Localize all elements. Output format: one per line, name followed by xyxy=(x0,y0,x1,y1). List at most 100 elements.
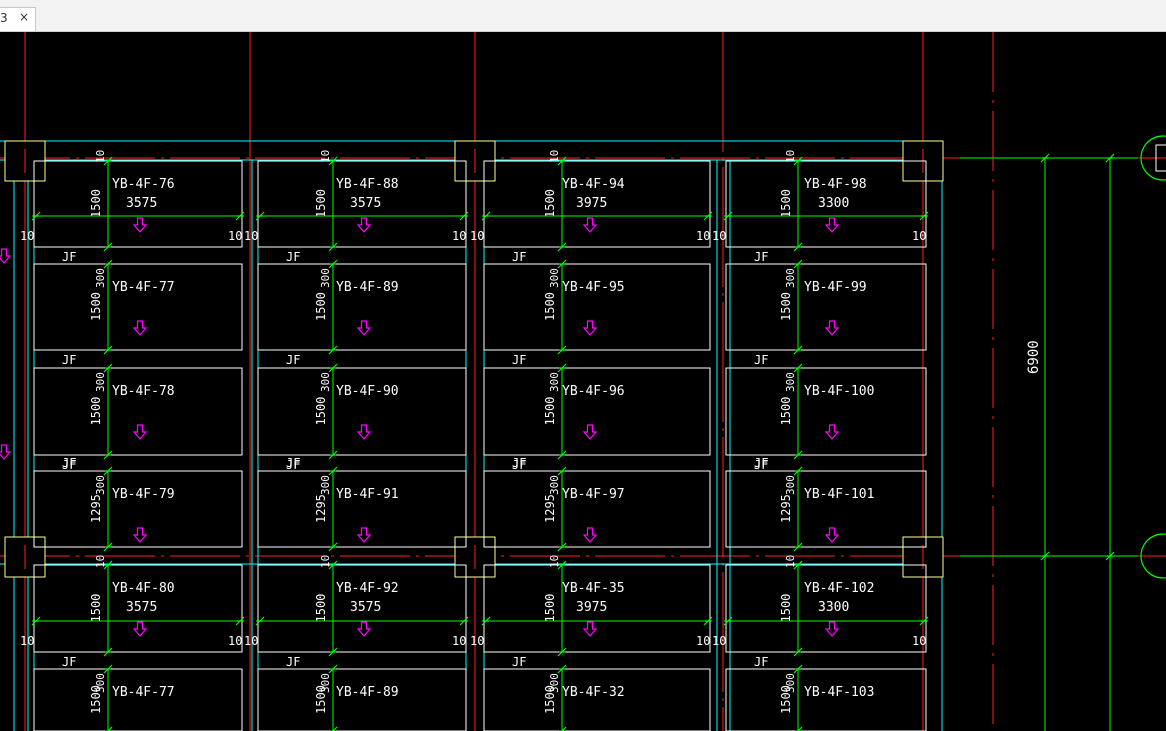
slab-label: YB-4F-98 xyxy=(804,177,867,192)
dim-text: 1500 xyxy=(89,397,103,426)
arrow-icon xyxy=(582,424,598,440)
dim-tick-icon xyxy=(723,211,733,221)
arrow-icon xyxy=(824,527,840,543)
drawing-tab[interactable]: 3 × xyxy=(0,7,36,31)
dim-text: 1500 xyxy=(543,594,557,623)
dim-text: 1500 xyxy=(89,292,103,321)
slab-label: YB-4F-77 xyxy=(112,685,175,700)
slab-panel xyxy=(725,367,927,456)
dim-tick-icon xyxy=(723,616,733,626)
slab-label: YB-4F-96 xyxy=(562,384,625,399)
arrow-icon xyxy=(0,444,12,460)
dim-tick-icon xyxy=(459,211,469,221)
joint-label: JF xyxy=(62,353,76,367)
dim-text: 10 xyxy=(712,634,726,648)
slab-length: 3975 xyxy=(576,600,607,615)
dim-text: 10 xyxy=(94,150,107,163)
dim-text: 10 xyxy=(712,229,726,243)
dim-text: 10 xyxy=(228,634,242,648)
dim-text: 10 xyxy=(470,634,484,648)
slab-panel xyxy=(33,668,243,731)
slab-label: YB-4F-99 xyxy=(804,280,867,295)
slab-panel xyxy=(483,367,711,456)
joint-label: JF xyxy=(754,250,768,264)
slab-label: YB-4F-80 xyxy=(112,581,175,596)
cad-canvas[interactable]: YB-4F-76 3575 1500 JF YB-4F-77 1500 300 JF YB-4F… xyxy=(0,32,1166,731)
slab-panel xyxy=(725,263,927,351)
dim-text: 1500 xyxy=(543,292,557,321)
slab-label: YB-4F-97 xyxy=(562,487,625,502)
dim-tick-icon xyxy=(919,616,929,626)
slab-length: 3300 xyxy=(818,600,849,615)
arrow-icon xyxy=(824,320,840,336)
dim-text: 300 xyxy=(548,268,561,288)
slab-length: 3575 xyxy=(350,196,381,211)
slab-label: YB-4F-90 xyxy=(336,384,399,399)
dim-text: 1500 xyxy=(89,594,103,623)
arrow-icon xyxy=(0,248,12,264)
dim-text: 300 xyxy=(319,372,332,392)
slab-panel xyxy=(257,668,467,731)
dim-tick-icon xyxy=(31,616,41,626)
dim-text: 1295 xyxy=(89,494,103,523)
joint-label: JF xyxy=(286,655,300,669)
tab-close-icon[interactable]: × xyxy=(19,10,29,24)
arrow-icon xyxy=(132,320,148,336)
dim-text: 300 xyxy=(548,372,561,392)
slab-panel xyxy=(33,367,243,456)
arrow-icon xyxy=(824,424,840,440)
slab-label: YB-4F-100 xyxy=(804,384,874,399)
arrow-icon xyxy=(132,527,148,543)
dim-text: 1500 xyxy=(314,189,328,218)
dim-text: 1500 xyxy=(89,189,103,218)
slab-label: YB-4F-89 xyxy=(336,685,399,700)
dim-text: 10 xyxy=(452,229,466,243)
joint-label: JF xyxy=(62,250,76,264)
slab-label: YB-4F-88 xyxy=(336,177,399,192)
slab-label: YB-4F-32 xyxy=(562,685,625,700)
slab-label: YB-4F-79 xyxy=(112,487,175,502)
slab-label: YB-4F-76 xyxy=(112,177,175,192)
joint-label: JF xyxy=(512,456,526,470)
joint-label: JF xyxy=(512,250,526,264)
dim-text: 10 xyxy=(94,555,107,568)
joint-label: JF xyxy=(512,655,526,669)
dim-text: 10 xyxy=(319,150,332,163)
joint-label: JF xyxy=(754,655,768,669)
cad-drawing[interactable]: YB-4F-76 3575 1500 JF YB-4F-77 1500 300 JF YB-4F… xyxy=(0,32,1166,731)
dim-tick-icon xyxy=(459,616,469,626)
dim-tick-icon xyxy=(919,211,929,221)
dim-tick-icon xyxy=(255,211,265,221)
slab-label: YB-4F-35 xyxy=(562,581,625,596)
dim-text: 300 xyxy=(319,673,332,693)
dim-text: 1295 xyxy=(543,494,557,523)
arrow-icon xyxy=(132,621,148,637)
slab-label: YB-4F-101 xyxy=(804,487,874,502)
dim-text: 10 xyxy=(319,555,332,568)
tab-label: 3 xyxy=(0,11,8,25)
dim-text: 1500 xyxy=(543,189,557,218)
slab-length: 3575 xyxy=(126,196,157,211)
arrow-icon xyxy=(582,527,598,543)
slab-panel xyxy=(725,668,927,731)
dim-text: 10 xyxy=(20,634,34,648)
dim-tick-icon xyxy=(31,211,41,221)
arrow-icon xyxy=(132,424,148,440)
dim-text: 1500 xyxy=(314,397,328,426)
dim-tick-icon xyxy=(703,616,713,626)
slab-label: YB-4F-94 xyxy=(562,177,625,192)
dim-text: 10 xyxy=(548,150,561,163)
dim-text: 300 xyxy=(94,475,107,495)
dim-text: 1500 xyxy=(543,397,557,426)
slab-label: YB-4F-78 xyxy=(112,384,175,399)
dim-text: 300 xyxy=(548,475,561,495)
dim-text: 1500 xyxy=(779,292,793,321)
dim-text: 10 xyxy=(548,555,561,568)
joint-label: JF xyxy=(286,456,300,470)
slab-label: YB-4F-91 xyxy=(336,487,399,502)
slab-panel xyxy=(257,263,467,351)
joint-label: JF xyxy=(62,655,76,669)
arrow-icon xyxy=(582,621,598,637)
dim-text: 300 xyxy=(784,372,797,392)
dim-text: 300 xyxy=(319,268,332,288)
